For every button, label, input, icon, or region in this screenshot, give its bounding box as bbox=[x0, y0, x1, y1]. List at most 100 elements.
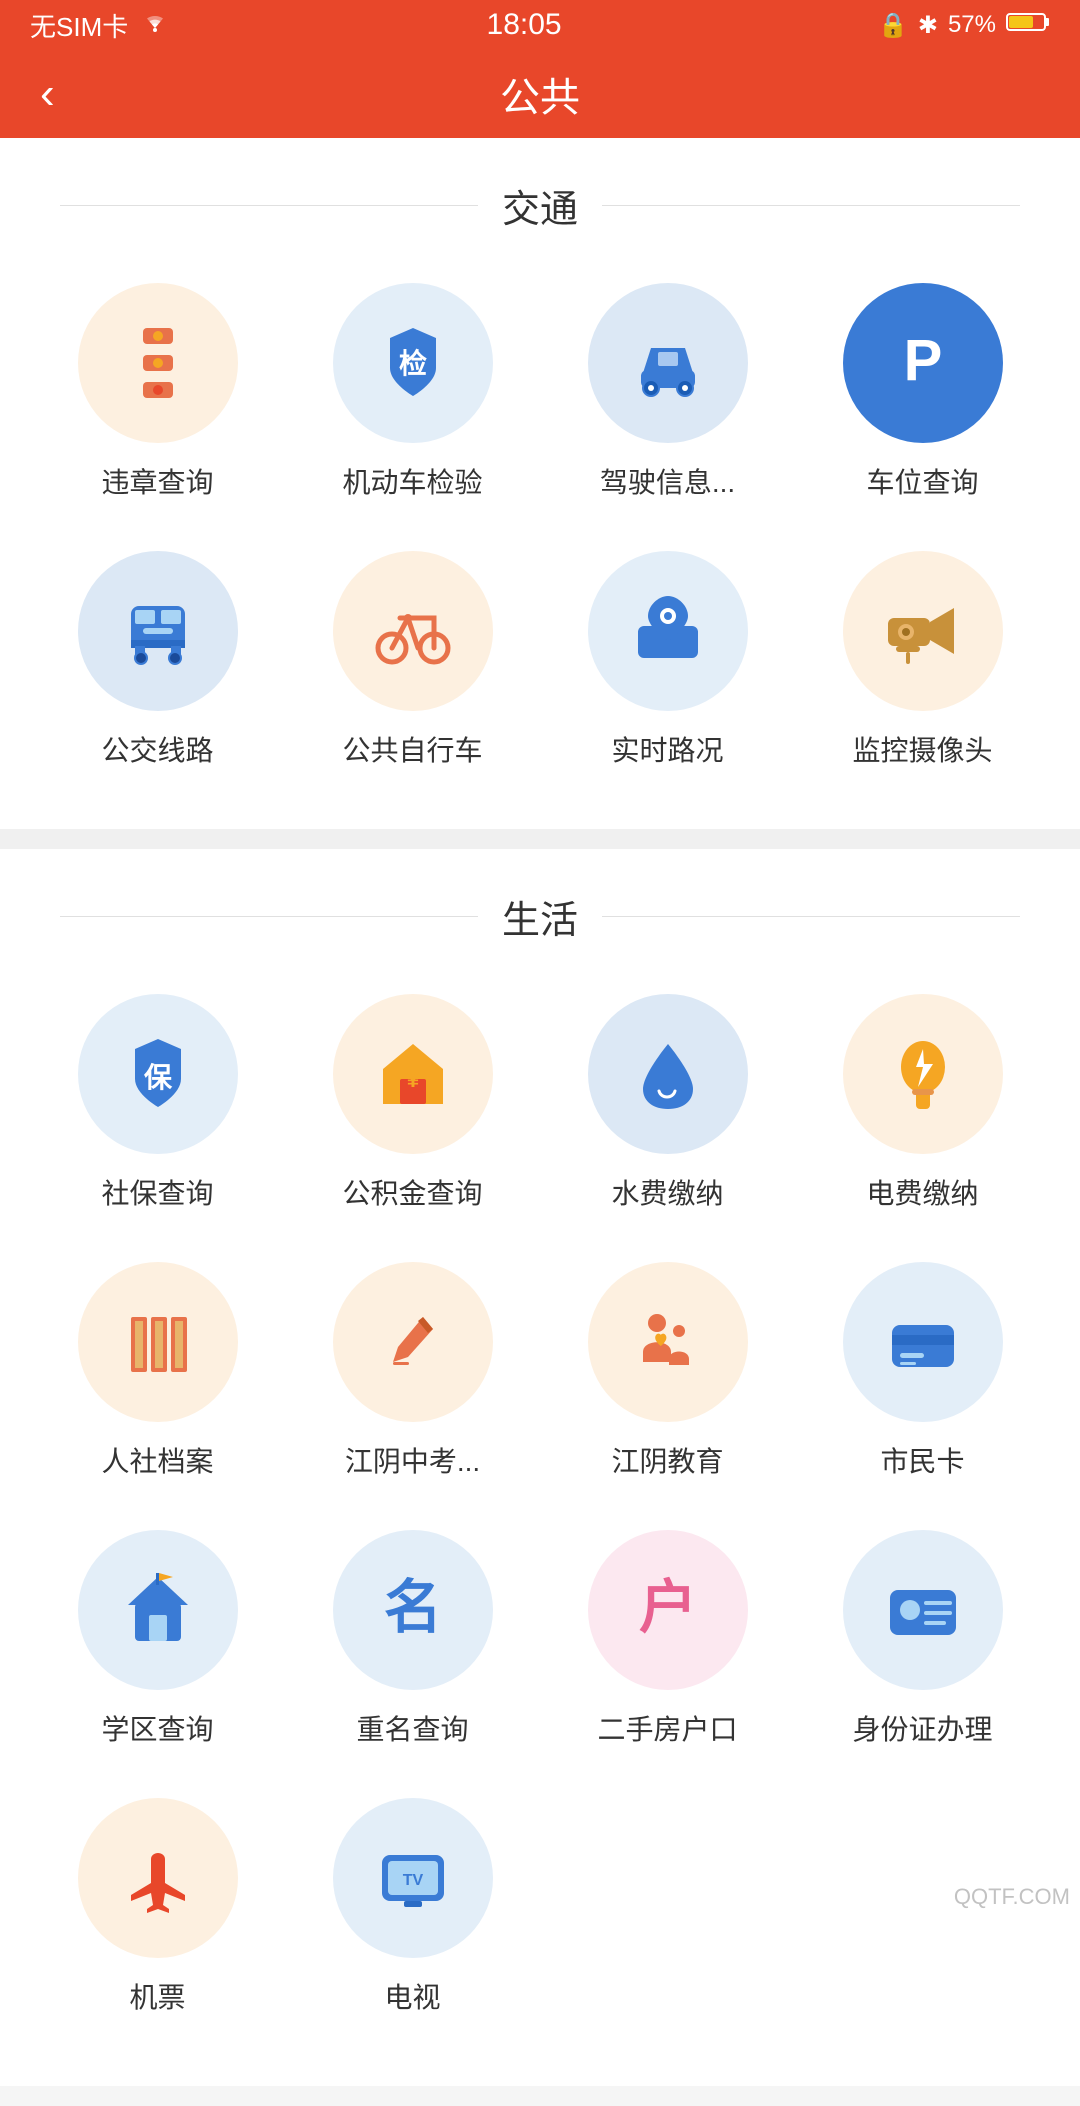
exam-label: 江阴中考... bbox=[345, 1440, 480, 1480]
realtime-road-label: 实时路况 bbox=[611, 729, 723, 769]
main-content: 交通 违章查询 bbox=[0, 138, 1080, 2086]
social-security-label: 社保查询 bbox=[101, 1172, 213, 1212]
sidebar-item-parking[interactable]: P 车位查询 bbox=[805, 283, 1040, 501]
title-line-right bbox=[602, 205, 1020, 206]
sidebar-item-public-bike[interactable]: 公共自行车 bbox=[295, 551, 530, 769]
life-section-title: 生活 bbox=[502, 889, 578, 944]
bus-route-icon-circle bbox=[78, 551, 238, 711]
cctv-label: 监控摄像头 bbox=[852, 729, 992, 769]
sidebar-item-exam[interactable]: 江阴中考... bbox=[295, 1262, 530, 1480]
realtime-road-icon-circle bbox=[588, 551, 748, 711]
citizen-card-label: 市民卡 bbox=[880, 1440, 964, 1480]
public-bike-icon-circle bbox=[333, 551, 493, 711]
sidebar-item-house-register[interactable]: 户 二手房户口 bbox=[550, 1530, 785, 1748]
sidebar-item-housing-fund[interactable]: ¥ 公积金查询 bbox=[295, 994, 530, 1212]
parking-label: 车位查询 bbox=[866, 461, 978, 501]
vehicle-check-icon-circle: 检 bbox=[333, 283, 493, 443]
hr-archive-icon-circle bbox=[78, 1262, 238, 1422]
parking-icon-circle: P bbox=[843, 283, 1003, 443]
title-line-left bbox=[60, 205, 478, 206]
sidebar-item-vehicle-check[interactable]: 检 机动车检验 bbox=[295, 283, 530, 501]
wifi-icon bbox=[140, 10, 170, 41]
vehicle-check-label: 机动车检验 bbox=[342, 461, 482, 501]
watermark: QQTF.COM bbox=[954, 1884, 1070, 1910]
status-bar: 无SIM卡 18:05 🔒 ✱ 57% bbox=[0, 0, 1080, 50]
name-check-icon-circle: 名 bbox=[333, 1530, 493, 1690]
lock-icon: 🔒 bbox=[878, 11, 908, 40]
violation-icon-circle bbox=[78, 283, 238, 443]
life-section: 生活 保 社保查询 ¥ bbox=[0, 849, 1080, 2086]
sidebar-item-id-card[interactable]: 身份证办理 bbox=[805, 1530, 1040, 1748]
cctv-icon-circle bbox=[843, 551, 1003, 711]
social-security-icon-circle: 保 bbox=[78, 994, 238, 1154]
sidebar-item-bus-route[interactable]: 公交线路 bbox=[40, 551, 275, 769]
status-right: 🔒 ✱ 57% bbox=[878, 11, 1050, 40]
hr-archive-label: 人社档案 bbox=[101, 1440, 213, 1480]
sidebar-item-citizen-card[interactable]: 市民卡 bbox=[805, 1262, 1040, 1480]
svg-text:户: 户 bbox=[638, 1575, 696, 1640]
sidebar-item-school-zone[interactable]: 学区查询 bbox=[40, 1530, 275, 1748]
svg-text:检: 检 bbox=[398, 347, 426, 379]
id-card-icon-circle bbox=[843, 1530, 1003, 1690]
house-register-icon-circle: 户 bbox=[588, 1530, 748, 1690]
traffic-grid: 违章查询 检 机动车检验 bbox=[0, 283, 1080, 769]
section-separator bbox=[0, 829, 1080, 849]
bottom-partial-grid: 机票 TV 电视 bbox=[0, 1798, 1080, 2046]
bottom-partial-section: 机票 TV 电视 bbox=[0, 1798, 1080, 2046]
bus-route-label: 公交线路 bbox=[101, 729, 213, 769]
housing-fund-icon-circle: ¥ bbox=[333, 994, 493, 1154]
sidebar-item-cctv[interactable]: 监控摄像头 bbox=[805, 551, 1040, 769]
sim-signal: 无SIM卡 bbox=[30, 7, 128, 44]
battery-percent: 57% bbox=[948, 11, 996, 39]
flight-label: 机票 bbox=[129, 1976, 185, 2016]
education-label: 江阴教育 bbox=[611, 1440, 723, 1480]
svg-text:保: 保 bbox=[143, 1062, 172, 1093]
school-zone-label: 学区查询 bbox=[101, 1708, 213, 1748]
citizen-card-icon-circle bbox=[843, 1262, 1003, 1422]
traffic-title-row: 交通 bbox=[0, 178, 1080, 233]
id-card-label: 身份证办理 bbox=[852, 1708, 992, 1748]
education-icon-circle bbox=[588, 1262, 748, 1422]
traffic-section: 交通 违章查询 bbox=[0, 138, 1080, 809]
drive-info-label: 驾驶信息... bbox=[600, 461, 735, 501]
water-fee-label: 水费缴纳 bbox=[611, 1172, 723, 1212]
drive-info-icon-circle bbox=[588, 283, 748, 443]
sidebar-item-tv[interactable]: TV 电视 bbox=[295, 1798, 530, 2016]
back-button[interactable]: ‹ bbox=[40, 69, 55, 119]
svg-text:TV: TV bbox=[402, 1872, 423, 1889]
tv-icon-circle: TV bbox=[333, 1798, 493, 1958]
battery-icon bbox=[1006, 11, 1050, 40]
sidebar-item-drive-info[interactable]: 驾驶信息... bbox=[550, 283, 785, 501]
house-register-label: 二手房户口 bbox=[597, 1708, 737, 1748]
life-title-row: 生活 bbox=[0, 889, 1080, 944]
exam-icon-circle bbox=[333, 1262, 493, 1422]
public-bike-label: 公共自行车 bbox=[342, 729, 482, 769]
sidebar-item-violation[interactable]: 违章查询 bbox=[40, 283, 275, 501]
status-time: 18:05 bbox=[487, 8, 562, 42]
page-header: ‹ 公共 bbox=[0, 50, 1080, 138]
svg-text:¥: ¥ bbox=[406, 1067, 419, 1092]
traffic-section-title: 交通 bbox=[502, 178, 578, 233]
sidebar-item-realtime-road[interactable]: 实时路况 bbox=[550, 551, 785, 769]
sidebar-item-hr-archive[interactable]: 人社档案 bbox=[40, 1262, 275, 1480]
electric-fee-label: 电费缴纳 bbox=[866, 1172, 978, 1212]
electric-fee-icon-circle bbox=[843, 994, 1003, 1154]
status-left: 无SIM卡 bbox=[30, 7, 170, 44]
sidebar-item-social-security[interactable]: 保 社保查询 bbox=[40, 994, 275, 1212]
water-fee-icon-circle bbox=[588, 994, 748, 1154]
life-title-line-left bbox=[60, 916, 478, 917]
school-zone-icon-circle bbox=[78, 1530, 238, 1690]
name-check-label: 重名查询 bbox=[356, 1708, 468, 1748]
sidebar-item-electric-fee[interactable]: 电费缴纳 bbox=[805, 994, 1040, 1212]
bluetooth-icon: ✱ bbox=[918, 11, 938, 40]
svg-text:P: P bbox=[903, 328, 942, 393]
flight-icon-circle bbox=[78, 1798, 238, 1958]
page-title: 公共 bbox=[500, 65, 580, 123]
life-title-line-right bbox=[602, 916, 1020, 917]
sidebar-item-name-check[interactable]: 名 重名查询 bbox=[295, 1530, 530, 1748]
sidebar-item-education[interactable]: 江阴教育 bbox=[550, 1262, 785, 1480]
sidebar-item-flight[interactable]: 机票 bbox=[40, 1798, 275, 2016]
tv-label: 电视 bbox=[384, 1976, 440, 2016]
svg-text:名: 名 bbox=[383, 1575, 441, 1640]
sidebar-item-water-fee[interactable]: 水费缴纳 bbox=[550, 994, 785, 1212]
